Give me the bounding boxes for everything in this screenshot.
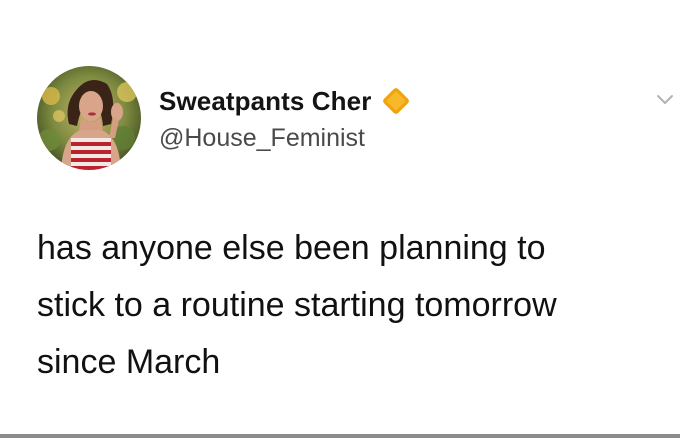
tweet-text-line: has anyone else been planning to [37, 229, 546, 267]
avatar[interactable] [37, 66, 141, 170]
verified-badge-icon [378, 83, 414, 119]
profile-photo [37, 66, 141, 170]
tweet-card: Sweatpants Cher @House_Feminist has anyo… [0, 0, 680, 438]
author-handle[interactable]: @House_Feminist [159, 124, 365, 153]
author-name-row: Sweatpants Cher [159, 84, 414, 118]
tweet-text-line: since March [37, 343, 221, 381]
tweet-text-line: stick to a routine starting tomorrow [37, 286, 557, 324]
chevron-down-icon[interactable] [654, 90, 676, 108]
tweet-text: has anyone else been planning to stick t… [37, 220, 673, 391]
display-name[interactable]: Sweatpants Cher [159, 86, 371, 117]
bottom-divider [0, 434, 680, 438]
